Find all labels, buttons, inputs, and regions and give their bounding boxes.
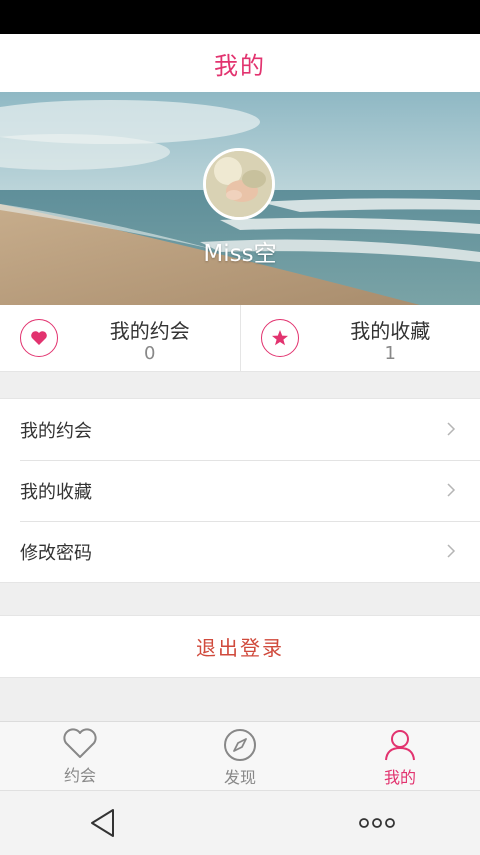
heart-outline-icon — [62, 728, 98, 760]
top-bar: 我的 — [0, 34, 480, 93]
tab-discover[interactable]: 发现 — [160, 722, 320, 790]
tab-label: 约会 — [64, 762, 96, 786]
stat-count: 0 — [60, 343, 240, 364]
menu-item-label: 我的收藏 — [20, 478, 92, 504]
menu-item-label: 修改密码 — [20, 539, 92, 565]
tab-dates[interactable]: 约会 — [0, 722, 160, 790]
menu-item-my-favorites[interactable]: 我的收藏 — [0, 460, 480, 521]
stat-label: 我的约会 — [60, 315, 240, 344]
status-bar — [0, 0, 480, 34]
heart-icon — [20, 319, 58, 357]
username: Miss空 — [0, 234, 480, 268]
stats-row: 我的约会 0 我的收藏 1 — [0, 305, 480, 372]
bottom-tab-bar: 约会 发现 我的 — [0, 721, 480, 790]
menu-item-label: 我的约会 — [20, 417, 92, 443]
tab-label: 发现 — [224, 764, 256, 788]
person-icon — [383, 728, 417, 762]
menu-item-my-dates[interactable]: 我的约会 — [0, 399, 480, 460]
chevron-right-icon — [446, 482, 456, 498]
page-title: 我的 — [214, 46, 266, 81]
back-triangle-icon[interactable] — [88, 807, 118, 839]
tab-label: 我的 — [384, 764, 416, 788]
settings-menu: 我的约会 我的收藏 修改密码 — [0, 398, 480, 583]
system-nav-bar — [0, 790, 480, 855]
logout-button[interactable]: 退出登录 — [0, 615, 480, 678]
more-dots-icon[interactable] — [358, 817, 396, 829]
chevron-right-icon — [446, 543, 456, 559]
stat-label: 我的收藏 — [301, 315, 480, 344]
tab-mine[interactable]: 我的 — [320, 722, 480, 790]
stat-my-favorites[interactable]: 我的收藏 1 — [240, 305, 480, 371]
compass-icon — [223, 728, 257, 762]
menu-item-change-password[interactable]: 修改密码 — [0, 521, 480, 582]
avatar[interactable] — [203, 148, 275, 220]
stat-my-dates[interactable]: 我的约会 0 — [0, 305, 240, 371]
stat-count: 1 — [301, 343, 480, 364]
star-icon — [261, 319, 299, 357]
chevron-right-icon — [446, 421, 456, 437]
avatar-image — [206, 151, 272, 217]
